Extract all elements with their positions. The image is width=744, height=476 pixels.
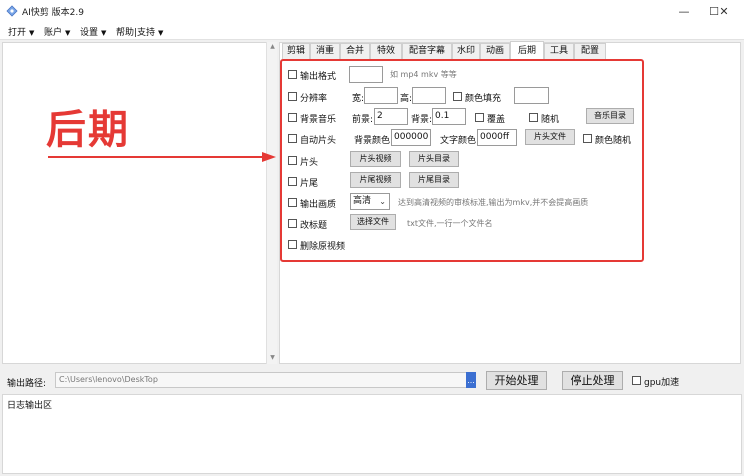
highlight-frame (280, 59, 644, 262)
menu-bar: 打开 ▼ 账户 ▼ 设置 ▼ 帮助|支持 ▼ (0, 22, 744, 40)
chevron-down-icon: ▼ (101, 29, 107, 37)
chevron-down-icon: ▼ (29, 29, 35, 37)
color-random-checkbox[interactable] (583, 134, 592, 143)
chevron-down-icon: ▼ (158, 29, 164, 37)
menu-account[interactable]: 账户 ▼ (44, 25, 70, 38)
output-format-checkbox[interactable] (288, 70, 297, 79)
outro-label: 片尾 (300, 179, 319, 189)
close-button[interactable]: ✕ (704, 0, 744, 22)
bg-color-input[interactable]: 000000 (391, 129, 431, 146)
app-logo-icon (6, 5, 18, 17)
output-format-label: 输出格式 (300, 72, 337, 82)
output-format-hint: 如 mp4 mkv 等等 (390, 70, 457, 79)
color-fill-checkbox[interactable] (453, 92, 462, 101)
text-color-input[interactable]: 0000ff (477, 129, 517, 146)
log-output-title: 日志输出区 (7, 401, 53, 411)
tab-effects[interactable]: 特效 (370, 43, 402, 59)
music-directory-button[interactable]: 音乐目录 (586, 108, 634, 124)
chevron-down-icon: ▼ (65, 29, 71, 37)
color-fill-label: 颜色填充 (465, 94, 502, 104)
close-icon: ✕ (719, 4, 729, 18)
chevron-down-icon: ⌄ (379, 197, 386, 206)
menu-settings[interactable]: 设置 ▼ (80, 25, 106, 38)
outro-checkbox[interactable] (288, 177, 297, 186)
choose-file-button[interactable]: 选择文件 (350, 214, 396, 230)
tab-animation[interactable]: 动画 (480, 43, 510, 59)
output-quality-select[interactable]: 高清 ⌄ (350, 193, 390, 210)
tab-dedupe[interactable]: 消重 (310, 43, 340, 59)
file-list-scrollbar[interactable]: ▲ ▼ (266, 42, 277, 364)
scroll-up-icon[interactable]: ▲ (268, 43, 277, 50)
stop-processing-button[interactable]: 停止处理 (562, 371, 623, 390)
overlay-label: 覆盖 (487, 115, 506, 125)
foreground-volume-input[interactable]: 2 (374, 108, 408, 125)
retitle-checkbox[interactable] (288, 219, 297, 228)
retitle-label: 改标题 (300, 221, 328, 231)
tab-merge[interactable]: 合并 (340, 43, 370, 59)
outro-directory-button[interactable]: 片尾目录 (409, 172, 459, 188)
intro-directory-button[interactable]: 片头目录 (409, 151, 459, 167)
music-random-label: 随机 (541, 115, 560, 125)
text-color-label: 文字颜色: (440, 136, 480, 146)
tab-edit[interactable]: 剪辑 (282, 43, 310, 59)
intro-file-button[interactable]: 片头文件 (525, 129, 575, 145)
width-input[interactable] (364, 87, 398, 104)
resolution-label: 分辨率 (300, 94, 328, 104)
start-processing-button[interactable]: 开始处理 (486, 371, 547, 390)
gpu-acceleration-checkbox[interactable] (632, 376, 641, 385)
file-list-pane[interactable] (2, 42, 276, 364)
resolution-checkbox[interactable] (288, 92, 297, 101)
menu-help-support[interactable]: 帮助|支持 ▼ (116, 25, 163, 38)
height-label: 高: (400, 94, 413, 104)
overlay-checkbox[interactable] (475, 113, 484, 122)
output-path-input[interactable]: C:\Users\lenovo\DeskTop (55, 372, 467, 388)
output-quality-hint: 达到高清视频的审核标准,输出为mkv,并不会提高画质 (398, 198, 589, 207)
retitle-hint: txt文件,一行一个文件名 (407, 219, 493, 228)
gpu-acceleration-label: gpu加速 (644, 378, 680, 388)
menu-open[interactable]: 打开 ▼ (8, 25, 34, 38)
foreground-volume-label: 前景: (352, 115, 374, 125)
window-title: AI快剪 版本2.9 (22, 8, 84, 18)
tab-tools[interactable]: 工具 (544, 43, 574, 59)
browse-button[interactable]: ... (466, 372, 476, 388)
scroll-down-icon[interactable]: ▼ (268, 354, 277, 361)
log-output-pane[interactable]: 日志输出区 (2, 394, 742, 474)
output-format-input[interactable] (349, 66, 383, 83)
output-path-label: 输出路径: (7, 379, 47, 389)
intro-checkbox[interactable] (288, 156, 297, 165)
outro-video-button[interactable]: 片尾视频 (350, 172, 401, 188)
intro-video-button[interactable]: 片头视频 (350, 151, 401, 167)
color-random-label: 颜色随机 (595, 136, 632, 146)
tab-dubbing-subtitles[interactable]: 配音字幕 (402, 43, 452, 59)
output-quality-checkbox[interactable] (288, 198, 297, 207)
tab-config[interactable]: 配置 (574, 43, 606, 59)
bg-music-checkbox[interactable] (288, 113, 297, 122)
delete-source-label: 删除原视频 (300, 242, 346, 252)
output-quality-label: 输出画质 (300, 200, 337, 210)
auto-intro-checkbox[interactable] (288, 134, 297, 143)
background-volume-label: 背景: (411, 115, 433, 125)
auto-intro-label: 自动片头 (300, 136, 337, 146)
tab-watermark[interactable]: 水印 (452, 43, 480, 59)
music-random-checkbox[interactable] (529, 113, 538, 122)
title-bar: AI快剪 版本2.9 — ☐ ✕ (0, 0, 744, 22)
bg-color-label: 背景颜色: (354, 136, 394, 146)
height-input[interactable] (412, 87, 446, 104)
bg-music-label: 背景音乐 (300, 115, 337, 125)
delete-source-checkbox[interactable] (288, 240, 297, 249)
width-label: 宽: (352, 94, 365, 104)
background-volume-input[interactable]: 0.1 (432, 108, 466, 125)
annotation-label: 后期 (46, 107, 130, 153)
tab-post[interactable]: 后期 (510, 41, 544, 59)
intro-label: 片头 (300, 158, 319, 168)
color-fill-input[interactable] (514, 87, 549, 104)
